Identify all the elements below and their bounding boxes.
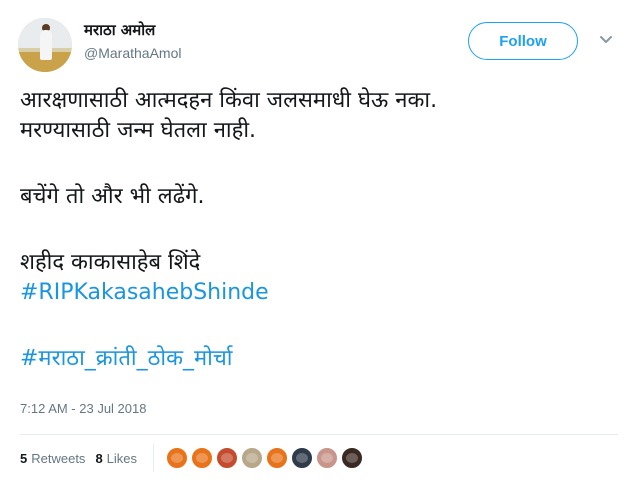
liker-avatars bbox=[166, 447, 366, 469]
liker-avatar[interactable] bbox=[241, 447, 264, 469]
chevron-down-icon[interactable] bbox=[596, 30, 616, 50]
tweet-header: मराठा अमोल @MarathaAmol Follow bbox=[18, 14, 618, 74]
follow-button[interactable]: Follow bbox=[468, 22, 578, 60]
liker-avatar[interactable] bbox=[191, 447, 214, 469]
tweet-card: मराठा अमोल @MarathaAmol Follow आरक्षणासा… bbox=[0, 0, 640, 483]
display-name[interactable]: मराठा अमोल bbox=[84, 20, 181, 40]
tweet-line: आरक्षणासाठी आत्मदहन किंवा जलसमाधी घेऊ नक… bbox=[20, 88, 438, 113]
hashtag-link[interactable]: #RIPKakasahebShinde bbox=[20, 278, 620, 308]
retweets-stat[interactable]: 5 Retweets bbox=[20, 451, 85, 466]
tweet-line: मरण्यासाठी जन्म घेतला नाही. bbox=[20, 118, 257, 143]
tweet-line: शहीद काकासाहेब शिंदे bbox=[20, 250, 201, 275]
tweet-text: आरक्षणासाठी आत्मदहन किंवा जलसमाधी घेऊ नक… bbox=[20, 86, 620, 374]
liker-avatar[interactable] bbox=[216, 447, 239, 469]
likes-count: 8 bbox=[95, 450, 103, 466]
avatar[interactable] bbox=[18, 18, 72, 72]
retweets-count: 5 bbox=[20, 450, 28, 466]
hashtag-link[interactable]: #मराठा_क्रांती_ठोक_मोर्चा bbox=[20, 344, 620, 374]
user-names: मराठा अमोल @MarathaAmol bbox=[84, 20, 181, 63]
divider bbox=[20, 434, 618, 435]
divider bbox=[153, 444, 155, 472]
liker-avatar[interactable] bbox=[341, 447, 364, 469]
likes-stat[interactable]: 8 Likes bbox=[95, 451, 137, 466]
liker-avatar[interactable] bbox=[291, 447, 314, 469]
liker-avatar[interactable] bbox=[266, 447, 289, 469]
user-handle[interactable]: @MarathaAmol bbox=[84, 43, 181, 63]
tweet-stats: 5 Retweets 8 Likes bbox=[20, 444, 366, 472]
likes-label: Likes bbox=[106, 450, 138, 466]
retweets-label: Retweets bbox=[31, 450, 86, 466]
liker-avatar[interactable] bbox=[166, 447, 189, 469]
tweet-line: बचेंगे तो और भी लढेंगे. bbox=[20, 184, 205, 209]
tweet-timestamp[interactable]: 7:12 AM - 23 Jul 2018 bbox=[20, 401, 146, 416]
liker-avatar[interactable] bbox=[316, 447, 339, 469]
